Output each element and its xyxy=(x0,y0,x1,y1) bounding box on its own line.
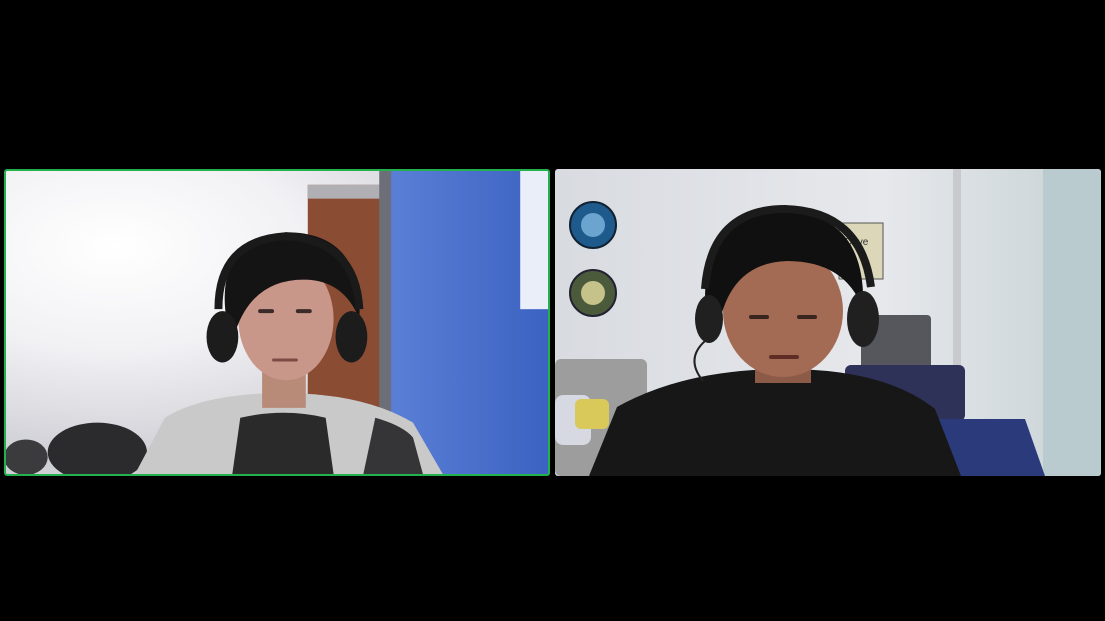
participant-video-feed-2: Drive xyxy=(555,169,1101,476)
participant-video-tile-1[interactable] xyxy=(4,169,550,476)
video-frame-1 xyxy=(6,171,548,474)
headphones-left-cup xyxy=(206,311,239,363)
window-light xyxy=(520,171,548,310)
video-frame-2: Drive xyxy=(555,169,1101,476)
headset-left-cup xyxy=(695,295,723,343)
headset-right-cup xyxy=(847,291,879,347)
participant-video-tile-2[interactable]: Drive xyxy=(555,169,1101,476)
meeting-gallery-view: Drive xyxy=(0,0,1105,621)
participant-video-feed-1 xyxy=(6,171,548,474)
side-wall xyxy=(1043,169,1101,476)
headphones-right-cup xyxy=(335,311,368,363)
person-shirt xyxy=(232,412,334,474)
door-frame xyxy=(379,171,394,438)
